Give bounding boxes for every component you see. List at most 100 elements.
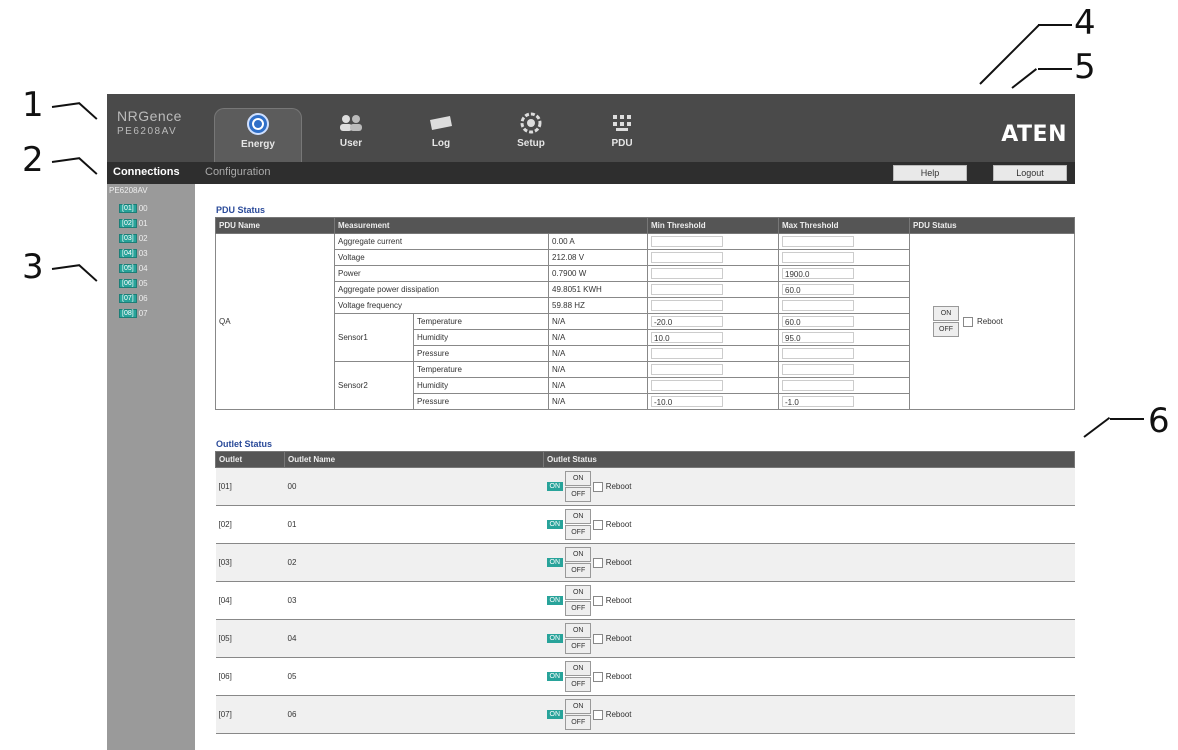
sidebar-outlet-08[interactable]: [08] 07: [119, 309, 148, 318]
max-threshold-input[interactable]: [782, 348, 854, 359]
outlet-off-button[interactable]: OFF: [565, 563, 592, 578]
sidebar-outlet-03[interactable]: [03] 02: [119, 234, 148, 243]
outlet-on-button[interactable]: ON: [565, 661, 592, 676]
callout-line: [1038, 68, 1072, 70]
max-threshold-cell: 95.0: [778, 329, 910, 346]
outlet-tag: [06]: [119, 279, 137, 288]
min-threshold-input[interactable]: [651, 236, 723, 247]
min-threshold-input[interactable]: [651, 252, 723, 263]
pdu-reboot-checkbox[interactable]: [963, 316, 973, 327]
outlet-name: 00: [138, 204, 148, 213]
outlet-off-button[interactable]: OFF: [565, 639, 592, 654]
max-threshold-input[interactable]: 60.0: [782, 316, 854, 327]
pdu-on-button[interactable]: ON: [933, 306, 959, 321]
outlet-tag: [02]: [119, 219, 137, 228]
outlet-id: [01]: [215, 467, 285, 506]
outlet-reboot-checkbox[interactable]: [593, 633, 604, 644]
outlet-power-buttons: ON OFF: [565, 660, 592, 693]
outlet-on-button[interactable]: ON: [565, 585, 592, 600]
col-outlet: Outlet: [215, 451, 285, 468]
outlet-reboot-checkbox[interactable]: [593, 481, 604, 492]
tab-user[interactable]: User: [308, 108, 394, 162]
outlet-status-cell: ON ON OFF Reboot: [543, 581, 1075, 620]
callout-6: 6: [1148, 401, 1170, 441]
sidebar-outlet-06[interactable]: [06] 05: [119, 279, 148, 288]
outlet-status-cell: ON ON OFF Reboot: [543, 657, 1075, 696]
outlet-status-cell: ON ON OFF Reboot: [543, 505, 1075, 544]
pdu-status-cell: ON OFF Reboot: [909, 233, 1075, 410]
sidebar-outlet-02[interactable]: [02] 01: [119, 219, 148, 228]
min-threshold-input[interactable]: -20.0: [651, 316, 723, 327]
max-threshold-input[interactable]: [782, 364, 854, 375]
min-threshold-input[interactable]: -10.0: [651, 396, 723, 407]
outlet-on-button[interactable]: ON: [565, 471, 592, 486]
outlet-name: 03: [138, 249, 148, 258]
aten-logo: ATEN: [1001, 122, 1067, 147]
menu-configuration[interactable]: Configuration: [205, 166, 270, 178]
min-threshold-input[interactable]: [651, 268, 723, 279]
max-threshold-input[interactable]: [782, 236, 854, 247]
outlet-id: [04]: [215, 581, 285, 620]
menu-connections[interactable]: Connections: [113, 166, 180, 178]
tab-energy[interactable]: Energy: [214, 108, 302, 163]
pdu-off-button[interactable]: OFF: [933, 322, 959, 337]
outlet-reboot-checkbox[interactable]: [593, 595, 604, 606]
sidebar-outlet-01[interactable]: [01] 00: [119, 204, 148, 213]
tab-pdu[interactable]: PDU: [579, 108, 665, 162]
measurement-value: 59.88 HZ: [548, 297, 648, 314]
tab-setup[interactable]: Setup: [488, 108, 574, 162]
sidebar-root-device[interactable]: PE6208AV: [109, 186, 148, 195]
table-header-row: Outlet Outlet Name Outlet Status: [215, 451, 1075, 468]
outlet-on-button[interactable]: ON: [565, 547, 592, 562]
outlet-tag: [05]: [119, 264, 137, 273]
min-threshold-input[interactable]: [651, 284, 723, 295]
callout-3: 3: [22, 247, 44, 287]
max-threshold-input[interactable]: [782, 300, 854, 311]
outlet-off-button[interactable]: OFF: [565, 715, 592, 730]
outlet-reboot-checkbox[interactable]: [593, 557, 604, 568]
outlet-off-button[interactable]: OFF: [565, 677, 592, 692]
min-threshold-input[interactable]: [651, 380, 723, 391]
col-pdu-name: PDU Name: [215, 217, 335, 234]
outlet-on-button[interactable]: ON: [565, 699, 592, 714]
outlet-off-button[interactable]: OFF: [565, 525, 592, 540]
outlet-status-cell: ON ON OFF Reboot: [543, 467, 1075, 506]
outlet-off-button[interactable]: OFF: [565, 487, 592, 502]
logout-button[interactable]: Logout: [993, 165, 1067, 181]
measurement-label: Aggregate current: [334, 233, 549, 250]
max-threshold-input[interactable]: [782, 252, 854, 263]
tab-log[interactable]: Log: [398, 108, 484, 162]
main-content: PDU Status PDU Name Measurement Min Thre…: [195, 184, 1075, 750]
measurement-value: 212.08 V: [548, 249, 648, 266]
outlet-state-badge: ON: [546, 482, 563, 491]
outlet-reboot-checkbox[interactable]: [593, 519, 604, 530]
sidebar-outlet-04[interactable]: [04] 03: [119, 249, 148, 258]
user-icon: [308, 108, 394, 138]
min-threshold-input[interactable]: [651, 300, 723, 311]
max-threshold-cell: [778, 249, 910, 266]
sidebar-outlet-05[interactable]: [05] 04: [119, 264, 148, 273]
min-threshold-input[interactable]: [651, 348, 723, 359]
min-threshold-input[interactable]: [651, 364, 723, 375]
outlet-on-button[interactable]: ON: [565, 509, 592, 524]
outlet-on-button[interactable]: ON: [565, 623, 592, 638]
sensor-value: N/A: [548, 329, 648, 346]
outlet-name: 01: [284, 505, 544, 544]
outlet-reboot-checkbox[interactable]: [593, 709, 604, 720]
sidebar-outlet-07[interactable]: [07] 06: [119, 294, 148, 303]
max-threshold-input[interactable]: 95.0: [782, 332, 854, 343]
outlet-power-buttons: ON OFF: [565, 698, 592, 731]
min-threshold-input[interactable]: 10.0: [651, 332, 723, 343]
outlet-id: [05]: [215, 619, 285, 658]
outlet-off-button[interactable]: OFF: [565, 601, 592, 616]
sensor-measurement-label: Temperature: [413, 361, 549, 378]
max-threshold-input[interactable]: 1900.0: [782, 268, 854, 279]
measurement-value: 49.8051 KWH: [548, 281, 648, 298]
sidebar: PE6208AV [01] 00 [02] 01 [03] 02 [04] 03 [05…: [107, 184, 195, 750]
max-threshold-input[interactable]: -1.0: [782, 396, 854, 407]
max-threshold-input[interactable]: 60.0: [782, 284, 854, 295]
help-button[interactable]: Help: [893, 165, 967, 181]
outlet-reboot-checkbox[interactable]: [593, 671, 604, 682]
max-threshold-input[interactable]: [782, 380, 854, 391]
sensor-value: N/A: [548, 377, 648, 394]
